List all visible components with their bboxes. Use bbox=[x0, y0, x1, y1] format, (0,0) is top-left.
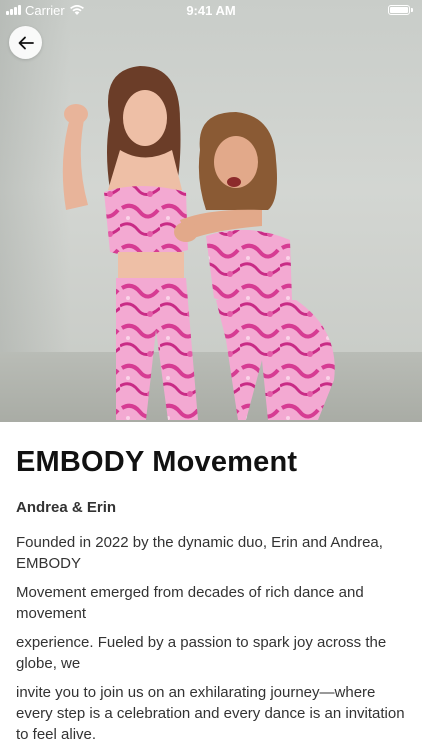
description-paragraph: Movement emerged from decades of rich da… bbox=[16, 584, 364, 622]
hero-image bbox=[0, 0, 422, 422]
arrow-left-icon bbox=[18, 36, 34, 49]
description-section: EMBODY Movement Andrea & Erin Founded in… bbox=[16, 422, 408, 745]
back-button[interactable] bbox=[9, 26, 42, 59]
battery-icon bbox=[388, 5, 413, 15]
description-paragraph: Founded in 2022 by the dynamic duo, Erin… bbox=[16, 534, 383, 572]
description-paragraph: invite you to join us on an exhilarating… bbox=[16, 684, 405, 743]
instructors-name: Andrea & Erin bbox=[16, 499, 117, 516]
status-time: 9:41 AM bbox=[186, 2, 236, 18]
page-title: EMBODY Movement bbox=[16, 446, 298, 478]
status-bar: Carrier 9:41 AM bbox=[0, 0, 422, 20]
dancers-illustration bbox=[62, 66, 335, 420]
description-paragraph: experience. Fueled by a passion to spark… bbox=[16, 634, 387, 672]
